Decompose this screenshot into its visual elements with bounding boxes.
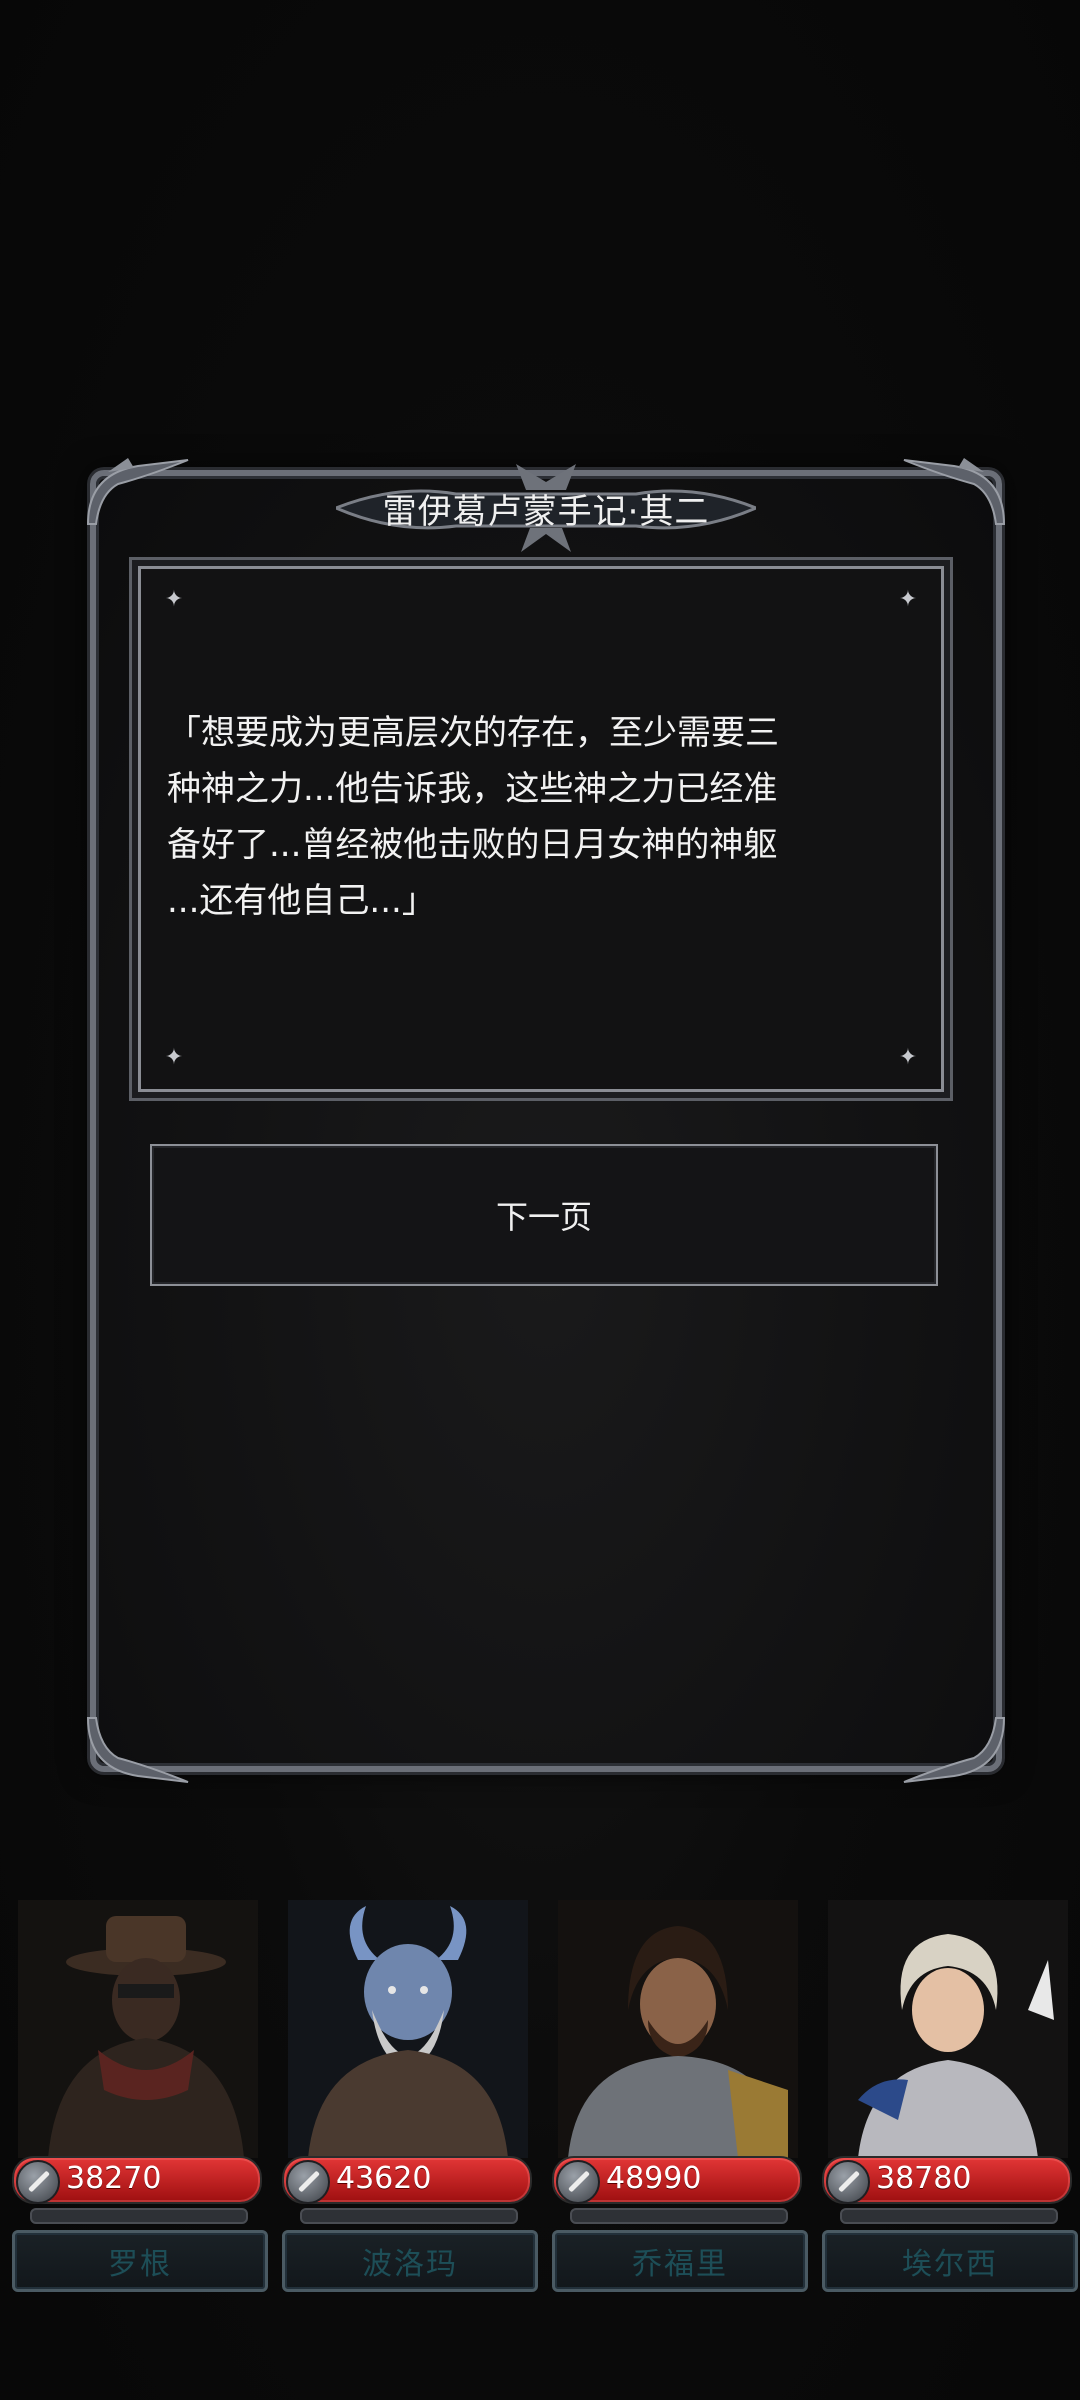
power-value: 38270	[66, 2161, 162, 2196]
hp-bar	[300, 2208, 518, 2224]
character-name: 埃尔西	[902, 2247, 998, 2282]
party-roster: 38270 罗根 43620 波洛玛 48990 乔福里 38780 埃尔西	[0, 1900, 1080, 2300]
character-card[interactable]: 38270 罗根	[4, 1900, 268, 2300]
sword-icon	[16, 2160, 60, 2204]
sparkle-icon: ✦	[164, 587, 184, 612]
journal-dialog: 雷伊葛卢蒙手记·其二 ✦ ✦ ✦ ✦ 「想要成为更高层次的存在，至少需要三 种神…	[86, 458, 1006, 1783]
story-text: 「想要成为更高层次的存在，至少需要三 种神之力...他告诉我，这些神之力已经准 …	[167, 713, 779, 921]
next-page-button[interactable]: 下一页	[150, 1144, 938, 1286]
character-name: 罗根	[108, 2247, 172, 2282]
next-page-label: 下一页	[495, 1198, 592, 1236]
name-plate: 波洛玛	[282, 2230, 538, 2292]
sparkle-icon: ✦	[164, 1045, 184, 1070]
character-card[interactable]: 48990 乔福里	[544, 1900, 808, 2300]
power-bar: 43620	[282, 2156, 532, 2204]
power-value: 43620	[336, 2161, 432, 2196]
character-name: 乔福里	[632, 2247, 728, 2282]
power-bar: 38780	[822, 2156, 1072, 2204]
hp-bar	[570, 2208, 788, 2224]
power-value: 38780	[876, 2161, 972, 2196]
character-portrait	[828, 1900, 1068, 2158]
hp-bar	[840, 2208, 1058, 2224]
sparkle-icon: ✦	[898, 1045, 918, 1070]
story-panel: ✦ ✦ ✦ ✦ 「想要成为更高层次的存在，至少需要三 种神之力...他告诉我，这…	[138, 566, 944, 1092]
name-plate: 埃尔西	[822, 2230, 1078, 2292]
name-plate: 罗根	[12, 2230, 268, 2292]
sparkle-icon: ✦	[898, 587, 918, 612]
dialog-title-bar: 雷伊葛卢蒙手记·其二	[336, 464, 756, 552]
power-value: 48990	[606, 2161, 702, 2196]
sword-icon	[826, 2160, 870, 2204]
character-card[interactable]: 43620 波洛玛	[274, 1900, 538, 2300]
hp-bar	[30, 2208, 248, 2224]
character-portrait	[288, 1900, 528, 2158]
dialog-title: 雷伊葛卢蒙手记·其二	[382, 491, 710, 532]
sword-icon	[286, 2160, 330, 2204]
character-card[interactable]: 38780 埃尔西	[814, 1900, 1078, 2300]
character-portrait	[18, 1900, 258, 2158]
character-name: 波洛玛	[362, 2247, 458, 2282]
name-plate: 乔福里	[552, 2230, 808, 2292]
character-portrait	[558, 1900, 798, 2158]
power-bar: 38270	[12, 2156, 262, 2204]
power-bar: 48990	[552, 2156, 802, 2204]
sword-icon	[556, 2160, 600, 2204]
